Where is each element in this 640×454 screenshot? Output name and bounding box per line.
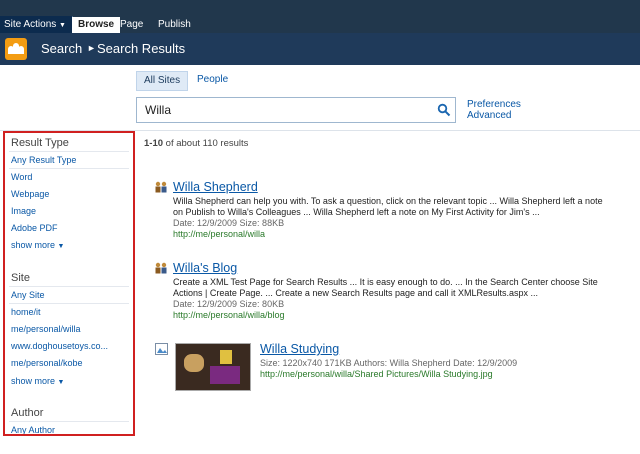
refiner-heading-author: Author: [11, 407, 44, 419]
search-icon[interactable]: [437, 103, 451, 117]
page-title: Search Results: [97, 41, 186, 56]
image-thumbnail[interactable]: [175, 343, 251, 391]
refiner-item[interactable]: home/it: [11, 307, 41, 317]
divider: [9, 421, 129, 422]
divider: [9, 151, 129, 152]
refiner-item[interactable]: me/personal/willa: [11, 324, 81, 334]
refiner-item[interactable]: Any Result Type: [11, 155, 76, 165]
ribbon-bar: Site Actions ▼ Browse Page Publish: [0, 0, 640, 33]
result-meta: Date: 12/9/2009 Size: 80KB: [173, 299, 285, 309]
thumbnail-figure: [184, 354, 204, 372]
show-more-result-type[interactable]: show more ▼: [11, 240, 64, 250]
search-box: [136, 97, 456, 123]
show-more-label: show more: [11, 240, 56, 250]
thumbnail-lamp: [220, 350, 232, 364]
search-result: Willa Shepherd Willa Shepherd can help y…: [173, 180, 613, 240]
show-more-label: show more: [11, 376, 56, 386]
tab-publish[interactable]: Publish: [152, 17, 197, 33]
refiner-item[interactable]: Image: [11, 206, 36, 216]
refiner-heading-result-type: Result Type: [11, 137, 69, 149]
result-url[interactable]: http://me/personal/willa/blog: [173, 310, 613, 321]
result-url[interactable]: http://me/personal/willa/Shared Pictures…: [260, 369, 620, 380]
thumbnail-books: [210, 366, 240, 384]
show-more-site[interactable]: show more ▼: [11, 376, 64, 386]
people-icon: [155, 262, 167, 274]
chevron-down-icon: ▼: [59, 22, 66, 29]
image-file-icon: [155, 343, 168, 355]
breadcrumb-search[interactable]: Search: [41, 41, 82, 56]
result-title-link[interactable]: Willa Studying: [260, 342, 620, 356]
search-area: All Sites People Preferences Advanced: [0, 65, 640, 131]
refiner-item[interactable]: Word: [11, 172, 32, 182]
result-total: of about 110 results: [163, 138, 249, 149]
scope-people[interactable]: People: [190, 71, 235, 89]
site-actions-label: Site Actions: [4, 19, 57, 30]
result-snippet: Willa Shepherd can help you with. To ask…: [173, 196, 603, 217]
tab-page[interactable]: Page: [114, 17, 149, 33]
breadcrumb-separator-icon: ►: [87, 43, 96, 53]
search-result: Willa's Blog Create a XML Test Page for …: [173, 261, 613, 321]
people-icon: [155, 181, 167, 193]
advanced-search-link[interactable]: Advanced: [467, 110, 511, 121]
refiner-item[interactable]: Any Author: [11, 425, 55, 434]
divider: [9, 286, 129, 287]
refinement-panel: Result Type Any Result Type Word Webpage…: [3, 131, 135, 436]
divider: [9, 168, 129, 169]
result-title-link[interactable]: Willa's Blog: [173, 261, 613, 275]
divider: [9, 303, 129, 304]
refiner-item[interactable]: me/personal/kobe: [11, 358, 83, 368]
chevron-down-icon: ▼: [57, 379, 65, 386]
site-logo-icon[interactable]: [5, 38, 27, 60]
chevron-down-icon: ▼: [57, 243, 65, 250]
site-actions-menu[interactable]: Site Actions ▼: [0, 16, 73, 33]
scope-all-sites[interactable]: All Sites: [136, 71, 189, 91]
refiner-item[interactable]: Webpage: [11, 189, 49, 199]
title-bar: Search ► Search Results: [0, 33, 640, 65]
result-url[interactable]: http://me/personal/willa: [173, 229, 613, 240]
result-title-link[interactable]: Willa Shepherd: [173, 180, 613, 194]
result-range: 1-10: [144, 138, 164, 149]
preferences-link[interactable]: Preferences: [467, 99, 521, 110]
refiner-heading-site: Site: [11, 272, 30, 284]
result-meta: Date: 12/9/2009 Size: 88KB: [173, 218, 285, 228]
tab-browse[interactable]: Browse: [72, 17, 121, 33]
search-input[interactable]: [143, 102, 427, 118]
result-count: 1-10 of about 110 results: [144, 138, 248, 149]
refiner-item[interactable]: Any Site: [11, 290, 45, 300]
search-result: Willa Studying Size: 1220x740 171KB Auth…: [260, 342, 620, 380]
result-snippet: Create a XML Test Page for Search Result…: [173, 277, 598, 298]
refiner-item[interactable]: Adobe PDF: [11, 223, 58, 233]
refiner-item[interactable]: www.doghousetoys.co...: [11, 341, 108, 351]
result-meta: Size: 1220x740 171KB Authors: Willa Shep…: [260, 358, 518, 368]
